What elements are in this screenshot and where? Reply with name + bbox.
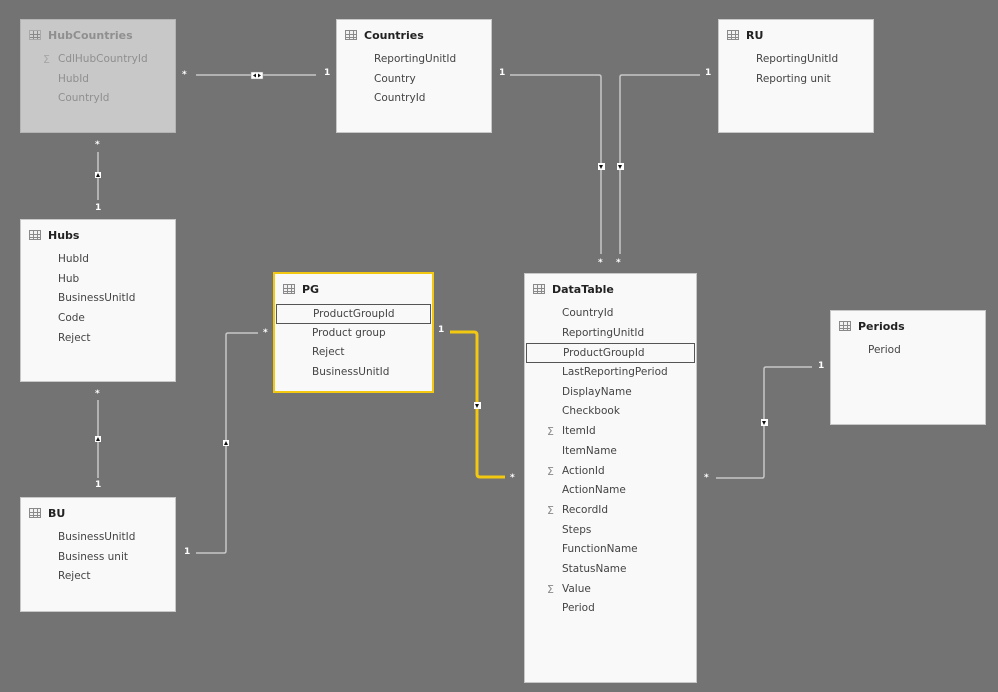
table-icon <box>533 284 545 294</box>
field-item[interactable]: DisplayName <box>525 383 696 403</box>
table-bu[interactable]: BU BusinessUnitId Business unit Reject <box>20 497 176 612</box>
field-item[interactable]: HubId <box>21 250 175 270</box>
table-icon <box>29 508 41 518</box>
bidirectional-marker-icon <box>250 71 264 80</box>
field-item-highlighted[interactable]: ProductGroupId <box>276 304 431 324</box>
field-item[interactable]: HubId <box>21 70 175 90</box>
sigma-icon: Σ <box>547 503 554 517</box>
field-item[interactable]: CountryId <box>21 89 175 109</box>
table-title: Hubs <box>48 228 80 242</box>
table-hubcountries[interactable]: HubCountries Σ CdlHubCountryId HubId Coun… <box>20 19 176 133</box>
field-item[interactable]: Reporting unit <box>719 70 873 90</box>
field-item[interactable]: ActionName <box>525 481 696 501</box>
table-title: RU <box>746 28 764 42</box>
table-title: PG <box>302 282 320 296</box>
field-item[interactable]: ReportingUnitId <box>525 324 696 344</box>
field-item[interactable]: LastReportingPeriod <box>525 363 696 383</box>
field-item-highlighted[interactable]: ProductGroupId <box>526 343 695 364</box>
cardinality-one: 1 <box>818 361 825 371</box>
field-item[interactable]: Product group <box>275 324 432 344</box>
field-item[interactable]: StatusName <box>525 560 696 580</box>
cardinality-one: 1 <box>705 68 712 78</box>
cardinality-one: 1 <box>438 325 445 335</box>
table-icon <box>839 321 851 331</box>
field-item[interactable]: Σ Value <box>525 580 696 600</box>
field-item[interactable]: BusinessUnitId <box>275 363 432 383</box>
table-title: Countries <box>364 28 424 42</box>
cardinality-many: * <box>598 258 603 268</box>
table-datatable[interactable]: DataTable CountryId ReportingUnitId Prod… <box>524 273 697 683</box>
sigma-icon: Σ <box>43 53 50 66</box>
field-item[interactable]: Σ ItemId <box>525 422 696 442</box>
field-item[interactable]: Period <box>831 341 985 361</box>
field-item[interactable]: Reject <box>21 567 175 587</box>
table-icon <box>283 284 295 294</box>
cardinality-many: * <box>95 389 100 399</box>
table-pg[interactable]: PG ProductGroupId Product group Reject B… <box>273 272 434 393</box>
field-item[interactable]: Hub <box>21 270 175 290</box>
field-item[interactable]: Checkbook <box>525 402 696 422</box>
cardinality-many: * <box>510 473 515 483</box>
field-item[interactable]: Country <box>337 70 491 90</box>
field-item[interactable]: Reject <box>275 343 432 363</box>
field-item[interactable]: Business unit <box>21 548 175 568</box>
field-item[interactable]: FunctionName <box>525 540 696 560</box>
table-hubs[interactable]: Hubs HubId Hub BusinessUnitId Code Rejec… <box>20 219 176 382</box>
field-item[interactable]: ReportingUnitId <box>719 50 873 70</box>
table-title: DataTable <box>552 282 614 296</box>
cardinality-one: 1 <box>95 203 102 213</box>
table-icon <box>345 30 357 40</box>
cardinality-many: * <box>704 473 709 483</box>
sigma-icon: Σ <box>547 425 554 439</box>
field-item[interactable]: BusinessUnitId <box>21 289 175 309</box>
table-title: HubCountries <box>48 28 133 42</box>
field-item[interactable]: BusinessUnitId <box>21 528 175 548</box>
cardinality-many: * <box>616 258 621 268</box>
table-ru[interactable]: RU ReportingUnitId Reporting unit <box>718 19 874 133</box>
table-icon <box>29 30 41 40</box>
sigma-icon: Σ <box>547 464 554 478</box>
table-icon <box>727 30 739 40</box>
cardinality-one: 1 <box>184 547 191 557</box>
cardinality-one: 1 <box>499 68 506 78</box>
field-item[interactable]: ReportingUnitId <box>337 50 491 70</box>
table-title: Periods <box>858 319 905 333</box>
table-icon <box>29 230 41 240</box>
field-item[interactable]: Σ RecordId <box>525 501 696 521</box>
field-item[interactable]: CountryId <box>525 304 696 324</box>
field-item[interactable]: Σ CdlHubCountryId <box>21 50 175 70</box>
table-periods[interactable]: Periods Period <box>830 310 986 425</box>
sigma-icon: Σ <box>547 582 554 596</box>
cardinality-many: * <box>182 70 187 80</box>
field-item[interactable]: CountryId <box>337 89 491 109</box>
cardinality-many: * <box>95 140 100 150</box>
cardinality-one: 1 <box>95 480 102 490</box>
table-countries[interactable]: Countries ReportingUnitId Country Countr… <box>336 19 492 133</box>
cardinality-one: 1 <box>324 68 331 78</box>
field-item[interactable]: ItemName <box>525 442 696 462</box>
field-item[interactable]: Σ ActionId <box>525 462 696 482</box>
table-title: BU <box>48 506 66 520</box>
field-item[interactable]: Code <box>21 309 175 329</box>
rel-countries-datatable[interactable] <box>510 74 602 254</box>
rel-ru-datatable[interactable] <box>619 74 700 254</box>
field-item[interactable]: Steps <box>525 521 696 541</box>
field-item[interactable]: Period <box>525 599 696 619</box>
cardinality-many: * <box>263 328 268 338</box>
field-item[interactable]: Reject <box>21 329 175 349</box>
